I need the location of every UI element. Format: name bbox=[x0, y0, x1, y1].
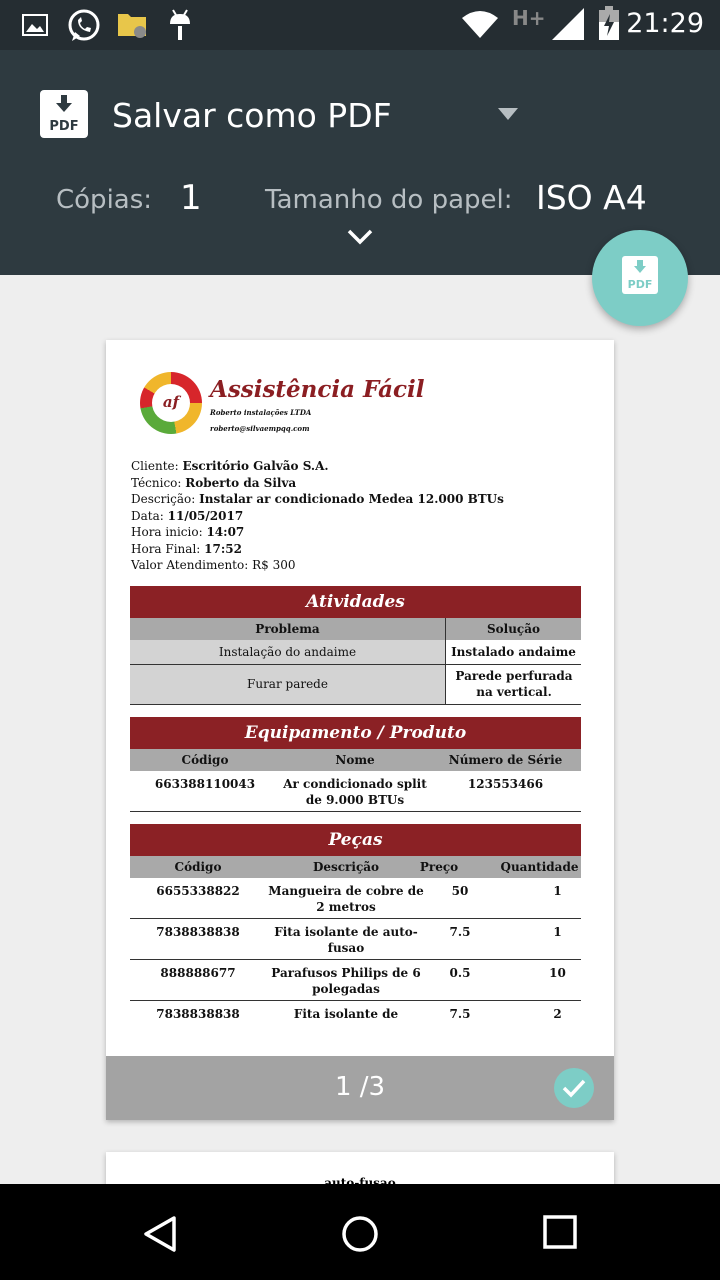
table-header: Código Descrição Preço Quantidade bbox=[130, 856, 581, 878]
network-type: H+ bbox=[512, 6, 546, 30]
dropdown-arrow-icon[interactable] bbox=[498, 108, 518, 120]
copies-value[interactable]: 1 bbox=[180, 178, 202, 218]
recents-icon[interactable] bbox=[542, 1214, 578, 1250]
table-header: Código Nome Número de Série bbox=[130, 749, 581, 771]
copies-label: Cópias: bbox=[56, 185, 153, 215]
paper-size-value[interactable]: ISO A4 bbox=[536, 178, 647, 217]
gallery-icon bbox=[22, 14, 48, 36]
save-pdf-button[interactable]: PDF bbox=[592, 230, 688, 326]
brand-name: Assistência Fácil bbox=[210, 376, 425, 403]
wifi-icon bbox=[462, 11, 498, 38]
info-line: Hora inicio: 14:07 bbox=[131, 525, 245, 539]
table-row: 7838838838 Fita isolante de auto-fusao 7… bbox=[130, 919, 581, 960]
page-footer: 1 /3 bbox=[106, 1056, 614, 1120]
table-row: Furar parede Parede perfurada na vertica… bbox=[130, 665, 581, 705]
android-debug-icon bbox=[170, 9, 190, 40]
table-row: 7838838838 Fita isolante de 7.5 2 bbox=[156, 1007, 562, 1021]
table-header: Problema Solução bbox=[130, 618, 581, 640]
navigation-bar bbox=[0, 1184, 720, 1280]
printer-selector[interactable]: Salvar como PDF bbox=[112, 96, 392, 135]
home-icon[interactable] bbox=[340, 1214, 380, 1254]
service-info: Cliente: Escritório Galvão S.A. Técnico:… bbox=[131, 458, 504, 574]
check-icon bbox=[562, 1079, 586, 1098]
pdf-icon: PDF bbox=[40, 90, 88, 138]
back-icon[interactable] bbox=[140, 1214, 180, 1254]
status-bar: H+ 21:29 bbox=[0, 0, 720, 50]
info-line: Cliente: Escritório Galvão S.A. bbox=[131, 459, 329, 473]
info-line: Valor Atendimento: R$ 300 bbox=[131, 558, 296, 572]
company-email: roberto@silvaempqq.com bbox=[210, 424, 310, 433]
info-line: Descrição: Instalar ar condicionado Mede… bbox=[131, 492, 504, 506]
section-title-pecas: Peças bbox=[130, 824, 581, 856]
pdf-download-icon: PDF bbox=[622, 256, 658, 294]
table-row: 663388110043 Ar condicionado split de 9.… bbox=[130, 771, 581, 812]
company-name: Roberto instalações LTDA bbox=[210, 408, 312, 417]
chevron-down-icon[interactable] bbox=[346, 228, 374, 246]
page-number: 1 /3 bbox=[334, 1072, 386, 1102]
whatsapp-icon bbox=[68, 9, 100, 41]
section-title-atividades: Atividades bbox=[130, 586, 581, 618]
page-preview[interactable]: af Assistência Fácil Roberto instalações… bbox=[106, 340, 614, 1120]
info-line: Técnico: Roberto da Silva bbox=[131, 475, 297, 490]
info-line: Hora Final: 17:52 bbox=[131, 541, 242, 556]
signal-icon bbox=[552, 8, 584, 40]
folder-icon bbox=[118, 14, 146, 38]
page-selected-checkbox[interactable] bbox=[554, 1068, 594, 1108]
table-row: 888888677 Parafusos Philips de 6 polegad… bbox=[130, 960, 581, 1001]
info-line: Data: 11/05/2017 bbox=[131, 508, 244, 523]
battery-charging-icon bbox=[599, 6, 619, 40]
company-logo: af bbox=[140, 372, 202, 434]
table-row: 6655338822 Mangueira de cobre de 2 metro… bbox=[130, 878, 581, 919]
table-row: Instalação do andaime Instalado andaime bbox=[130, 640, 581, 665]
clock: 21:29 bbox=[626, 8, 704, 39]
section-title-equipamento: Equipamento / Produto bbox=[130, 717, 581, 749]
paper-size-label: Tamanho do papel: bbox=[265, 185, 513, 215]
